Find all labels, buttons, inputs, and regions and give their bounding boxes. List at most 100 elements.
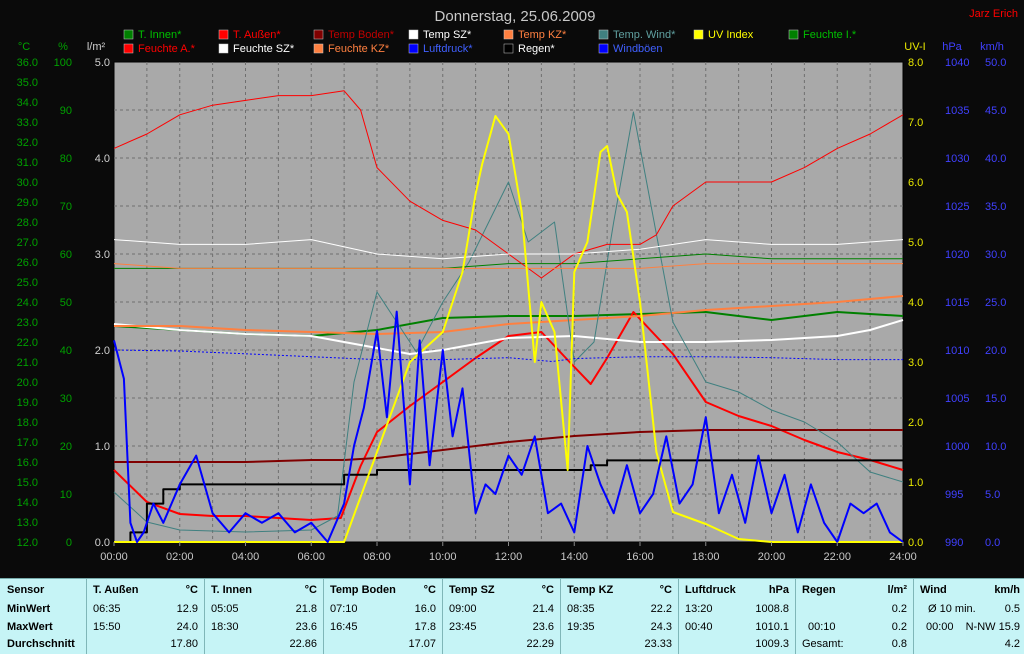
x-tick-label: 16:00 — [626, 551, 654, 563]
x-tick-label: 22:00 — [823, 551, 851, 563]
x-tick-label: 06:00 — [297, 551, 325, 563]
rain-unit-label: l/m² — [87, 41, 106, 53]
stat-min-value: 1008.8 — [755, 603, 789, 615]
stat-min-value: 12.9 — [176, 603, 198, 615]
temperature-tick-label: 17.0 — [17, 437, 38, 449]
stat-min-time: 06:35 — [93, 603, 121, 615]
temperature-tick-label: 15.0 — [17, 477, 38, 489]
pressure-tick-label: 1010 — [945, 345, 969, 357]
temperature-tick-label: 26.0 — [17, 257, 38, 269]
humidity-tick-label: 30 — [60, 393, 72, 405]
stat-average: 22.86 — [289, 638, 317, 650]
stat-column: T. Innen °C 05:05 21.8 18:30 23.6 22.86 — [205, 579, 324, 654]
pressure-tick-label: 1035 — [945, 105, 969, 117]
temperature-tick-label: 12.0 — [17, 537, 38, 549]
legend-swatch — [218, 43, 229, 54]
stat-max-time: 19:35 — [567, 621, 595, 633]
stat-unit: °C — [541, 584, 554, 596]
temperature-tick-label: 24.0 — [17, 297, 38, 309]
temperature-tick-label: 22.0 — [17, 337, 38, 349]
chart-title: Donnerstag, 25.06.2009 — [435, 8, 596, 25]
legend-swatch — [503, 43, 514, 54]
stat-sensor-name: Luftdruck — [685, 584, 736, 596]
wind-tick-label: 15.0 — [985, 393, 1006, 405]
legend-swatch — [313, 43, 324, 54]
wind-gust-value: 4.2 — [1004, 638, 1020, 650]
weather-chart: 00:00 02:00 04:00 06:00 08:00 10:00 12:00 14:00… — [0, 0, 1024, 578]
x-tick-label: 02:00 — [166, 551, 194, 563]
rain-tick-label: 0.0 — [95, 537, 110, 549]
humidity-tick-label: 90 — [60, 105, 72, 117]
wind-unit-label: km/h — [980, 41, 1004, 53]
max-label: MaxWert — [7, 621, 53, 633]
temperature-unit-label: °C — [18, 41, 30, 53]
wind-column: Wind km/h Ø 10 min. 0.5 00:00 N-NW 15.9 … — [914, 579, 1024, 654]
pressure-tick-label: 1040 — [945, 57, 969, 69]
legend-label: Temp Boden* — [328, 29, 395, 41]
temperature-tick-label: 19.0 — [17, 397, 38, 409]
pressure-tick-label: 1015 — [945, 297, 969, 309]
uv-tick-label: 0.0 — [908, 537, 923, 549]
legend-label: UV Index — [708, 29, 754, 41]
stat-max-value: 24.3 — [650, 621, 672, 633]
pressure-tick-label: 990 — [945, 537, 963, 549]
legend-label: Luftdruck* — [423, 43, 473, 55]
humidity-tick-label: 0 — [66, 537, 72, 549]
wind-tick-label: 0.0 — [985, 537, 1000, 549]
legend-swatch — [693, 29, 704, 40]
stat-min-time: 07:10 — [330, 603, 358, 615]
uv-tick-label: 7.0 — [908, 117, 923, 129]
wind-tick-label: 25.0 — [985, 297, 1006, 309]
x-tick-label: 00:00 — [100, 551, 128, 563]
stat-column: Temp SZ °C 09:00 21.4 23:45 23.6 22.29 — [443, 579, 561, 654]
x-tick-label: 14:00 — [560, 551, 588, 563]
stat-column: T. Außen °C 06:35 12.9 15:50 24.0 17.80 — [87, 579, 205, 654]
legend-label: Temp SZ* — [423, 29, 472, 41]
uv-unit-label: UV-I — [904, 41, 925, 53]
pressure-unit-label: hPa — [942, 41, 962, 53]
author-label: Jarz Erich — [969, 8, 1018, 20]
min-label: MinWert — [7, 603, 51, 615]
stat-max-time: 00:40 — [685, 621, 713, 633]
wind-avg-label: Ø 10 min. — [928, 603, 976, 615]
uv-tick-label: 2.0 — [908, 417, 923, 429]
legend-swatch — [598, 43, 609, 54]
humidity-tick-label: 100 — [54, 57, 72, 69]
pressure-tick-label: 1005 — [945, 393, 969, 405]
pressure-tick-label: 1020 — [945, 249, 969, 261]
legend-swatch — [123, 43, 134, 54]
wind-avg-value: 0.5 — [1004, 603, 1020, 615]
humidity-tick-label: 20 — [60, 441, 72, 453]
stat-average: 17.07 — [408, 638, 436, 650]
temperature-tick-label: 16.0 — [17, 457, 38, 469]
legend-label: Feuchte SZ* — [233, 43, 295, 55]
humidity-unit-label: % — [58, 41, 68, 53]
rain-tick-label: 1.0 — [95, 441, 110, 453]
wind-unit: km/h — [994, 584, 1020, 596]
legend-swatch — [123, 29, 134, 40]
wind-max-value: N-NW 15.9 — [965, 621, 1020, 633]
pressure-tick-label: 995 — [945, 489, 963, 501]
stat-unit: °C — [659, 584, 672, 596]
temperature-tick-label: 13.0 — [17, 517, 38, 529]
stat-sensor-name: T. Außen — [93, 584, 139, 596]
stat-max-value: 1010.1 — [755, 621, 789, 633]
stat-column: Luftdruck hPa 13:20 1008.8 00:40 1010.1 1009.3 — [679, 579, 796, 654]
legend-label: Temp. Wind* — [613, 29, 676, 41]
stat-max-value: 23.6 — [295, 621, 317, 633]
stat-average: 1009.3 — [755, 638, 789, 650]
x-tick-label: 18:00 — [692, 551, 720, 563]
legend-label: Windböen — [613, 43, 663, 55]
legend-swatch — [598, 29, 609, 40]
rain-tick-label: 4.0 — [95, 153, 110, 165]
temperature-tick-label: 36.0 — [17, 57, 38, 69]
wind-tick-label: 50.0 — [985, 57, 1006, 69]
wind-name: Wind — [920, 584, 947, 596]
stat-unit: °C — [185, 584, 198, 596]
uv-tick-label: 8.0 — [908, 57, 923, 69]
stat-max-value: 24.0 — [176, 621, 198, 633]
temperature-tick-label: 27.0 — [17, 237, 38, 249]
temperature-tick-label: 28.0 — [17, 217, 38, 229]
legend-label: Regen* — [518, 43, 555, 55]
legend-label: Temp KZ* — [518, 29, 567, 41]
